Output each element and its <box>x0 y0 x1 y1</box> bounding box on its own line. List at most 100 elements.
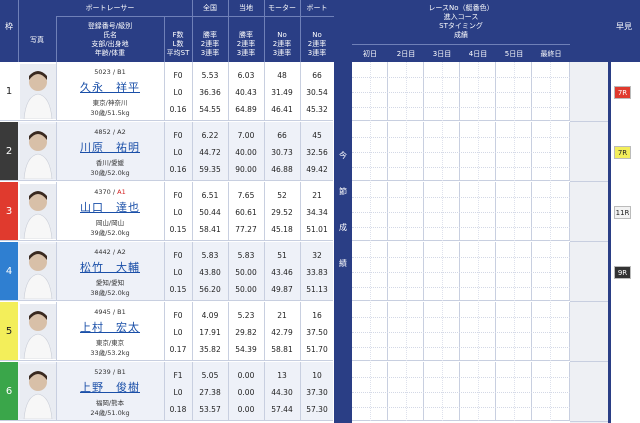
results-grid <box>352 242 570 301</box>
local-stat-2: 64.89 <box>235 105 257 114</box>
col-divider <box>300 362 301 421</box>
results-row-line <box>352 197 570 198</box>
racer-name-link[interactable]: 上野 俊樹 <box>56 379 164 395</box>
boat-stat-0: 10 <box>312 371 322 380</box>
early-race-badge[interactable]: 11R <box>614 206 631 219</box>
l-count: L0 <box>173 268 183 277</box>
motor-stat-1: 42.79 <box>271 328 293 337</box>
local-stat-0: 6.03 <box>237 71 255 80</box>
col-divider <box>164 242 165 301</box>
header-nat-rate-1: 2連率 <box>192 40 228 49</box>
col-divider <box>300 242 301 301</box>
f-count: F0 <box>173 311 183 320</box>
results-grid <box>352 62 570 121</box>
results-row-line <box>352 77 570 78</box>
avg-st: 0.18 <box>169 405 187 414</box>
header-col-divider <box>192 0 193 62</box>
col-divider <box>300 302 301 361</box>
header-racer-info-3: 年齢/体重 <box>56 49 164 58</box>
results-grid <box>352 362 570 421</box>
racer-branch: 福岡/熊本 <box>95 399 125 407</box>
local-stat-1: 40.00 <box>235 148 257 157</box>
boat-stat-0: 45 <box>312 131 322 140</box>
racer-reg: 4852 / <box>94 128 118 136</box>
results-row-line <box>352 347 570 348</box>
col-divider <box>192 182 193 241</box>
racer-photo <box>20 184 56 239</box>
col-divider <box>164 122 165 181</box>
national-stat-1: 17.91 <box>199 328 221 337</box>
results-row-line <box>352 257 570 258</box>
boat-stat-2: 45.32 <box>306 105 328 114</box>
boat-stat-2: 51.13 <box>306 285 328 294</box>
konsetsu-char-3: 績 <box>339 259 347 268</box>
l-count: L0 <box>173 148 183 157</box>
frame-number: 1 <box>0 62 18 121</box>
racer-name-link[interactable]: 山口 達也 <box>56 199 164 215</box>
col-divider <box>300 62 301 121</box>
header-divider-2 <box>352 44 570 45</box>
header-col-divider <box>228 0 229 62</box>
racer-grade: B1 <box>117 368 126 376</box>
header-day-3: 4日目 <box>460 50 496 59</box>
gray-row-line <box>570 301 608 302</box>
header-nat-rate-2: 3連率 <box>192 49 228 58</box>
boat-stat-1: 32.56 <box>306 148 328 157</box>
racer-reg: 4370 / <box>94 188 118 196</box>
racer-photo <box>20 244 56 299</box>
racer-name-link[interactable]: 久永 祥平 <box>56 79 164 95</box>
national-stat-1: 27.38 <box>199 388 221 397</box>
frame-number: 2 <box>0 122 18 181</box>
gray-row-line <box>570 181 608 182</box>
header-avg-st: 平均ST <box>164 49 192 58</box>
f-count: F0 <box>173 251 183 260</box>
header-boat-racer: ボートレーサー <box>56 4 164 13</box>
early-race-badge[interactable]: 9R <box>614 266 631 279</box>
early-race-badge[interactable]: 7R <box>614 146 631 159</box>
results-row-line <box>352 407 570 408</box>
header-l-count: L数 <box>164 40 192 49</box>
racer-reg-grade: 5023 / B1 <box>56 68 164 76</box>
header-col-divider <box>18 0 19 62</box>
motor-stat-0: 13 <box>277 371 287 380</box>
header-race-info-3: 成績 <box>352 31 570 40</box>
header-waku: 枠 <box>0 22 18 31</box>
gray-row-line <box>570 121 608 122</box>
boat-stat-1: 34.34 <box>306 208 328 217</box>
col-divider <box>228 242 229 301</box>
motor-stat-1: 30.73 <box>271 148 293 157</box>
header-early: 早見 <box>612 22 636 31</box>
header-local: 当地 <box>228 4 264 13</box>
racer-name-link[interactable]: 上村 宏太 <box>56 319 164 335</box>
col-divider <box>56 122 57 181</box>
avg-st: 0.15 <box>169 225 187 234</box>
gray-row-line <box>570 241 608 242</box>
col-divider <box>228 62 229 121</box>
racer-age-weight: 30歳/52.0kg <box>90 169 130 177</box>
local-stat-1: 50.00 <box>235 268 257 277</box>
header-boat-rate-0: No <box>300 31 334 40</box>
racer-name-link[interactable]: 川原 祐明 <box>56 139 164 155</box>
col-divider <box>300 182 301 241</box>
header-racer-info-0: 登録番号/級別 <box>56 22 164 31</box>
racer-reg: 4442 / <box>94 248 118 256</box>
konsetsu-char-1: 節 <box>339 187 347 196</box>
results-row-line <box>352 152 570 153</box>
l-count: L0 <box>173 88 183 97</box>
header-race-info-1: 進入コース <box>352 13 570 22</box>
local-stat-1: 60.61 <box>235 208 257 217</box>
right-bar <box>608 0 611 423</box>
racer-grade: A1 <box>117 188 126 196</box>
col-divider <box>228 122 229 181</box>
f-count: F1 <box>173 371 183 380</box>
national-stat-2: 35.82 <box>199 345 221 354</box>
motor-stat-0: 52 <box>277 191 287 200</box>
racer-name-link[interactable]: 松竹 大輔 <box>56 259 164 275</box>
racer-reg: 4945 / <box>94 308 118 316</box>
konsetsu-bar <box>334 0 352 423</box>
boat-stat-2: 51.70 <box>306 345 328 354</box>
boat-stat-1: 30.54 <box>306 88 328 97</box>
header-racer-info-1: 氏名 <box>56 31 164 40</box>
results-grid <box>352 302 570 361</box>
early-race-badge[interactable]: 7R <box>614 86 631 99</box>
